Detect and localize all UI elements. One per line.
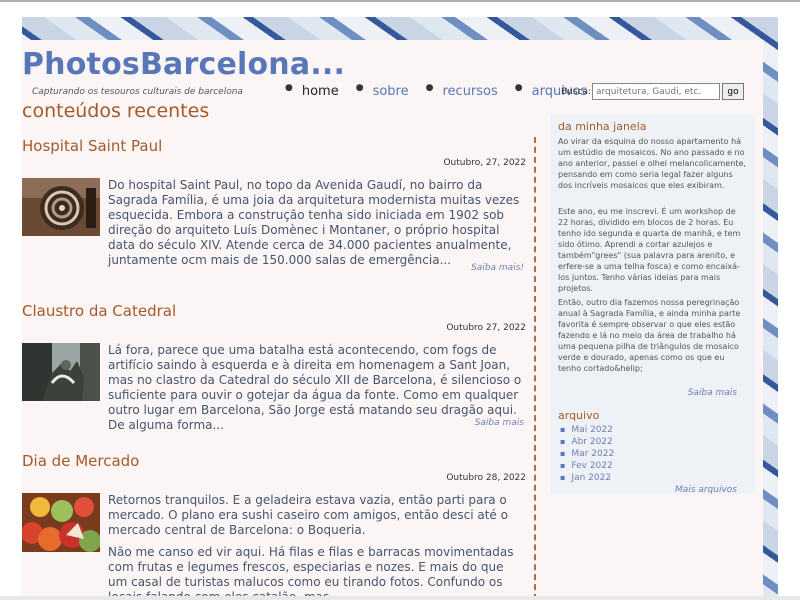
sidebar-window-title: da minha janela bbox=[558, 120, 647, 133]
site-title[interactable]: PhotosBarcelona... bbox=[22, 47, 345, 82]
sidebar-read-more-link[interactable]: Saiba mais bbox=[688, 388, 737, 398]
window-top-border bbox=[0, 0, 800, 2]
post-title[interactable]: Hospital Saint Paul bbox=[22, 137, 526, 155]
page-container: PhotosBarcelona... Capturando os tesouro… bbox=[22, 40, 763, 600]
post-hospital-saint-paul: Hospital Saint Paul Outubro, 27, 2022 Do… bbox=[22, 137, 526, 282]
archive-item[interactable]: Abr 2022 bbox=[560, 436, 614, 448]
nav-bullet-icon: ● bbox=[425, 83, 434, 93]
nav-sobre-link[interactable]: sobre bbox=[373, 84, 409, 99]
post-date: Outubro 28, 2022 bbox=[446, 473, 526, 483]
fruit-market-photo-thumbnail[interactable] bbox=[22, 493, 100, 552]
search-go-button[interactable]: go bbox=[722, 83, 744, 100]
more-archives-link[interactable]: Mais arquivos bbox=[675, 485, 737, 495]
archive-item[interactable]: Mar 2022 bbox=[560, 448, 614, 460]
window-bottom-border bbox=[0, 596, 800, 600]
archive-item[interactable]: Mai 2022 bbox=[560, 424, 614, 436]
nav-bullet-icon: ● bbox=[514, 83, 523, 93]
archive-item[interactable]: Fev 2022 bbox=[560, 460, 614, 472]
search-input[interactable] bbox=[592, 83, 720, 100]
nav-home-link[interactable]: home bbox=[302, 84, 339, 99]
sidebar-paragraph: Este ano, eu me inscrevi. É um workshop … bbox=[558, 207, 741, 293]
column-divider bbox=[534, 137, 536, 600]
post-claustro-da-catedral: Claustro da Catedral Outubro 27, 2022 Lá… bbox=[22, 302, 526, 432]
main-nav: ● home ● sobre ● recursos ● arquivos bbox=[285, 83, 604, 99]
site-tagline: Capturando os tesouros culturais de barc… bbox=[32, 87, 243, 97]
post-title[interactable]: Claustro da Catedral bbox=[22, 302, 526, 320]
sculpture-photo-thumbnail[interactable] bbox=[22, 178, 100, 236]
nav-bullet-icon: ● bbox=[355, 83, 364, 93]
section-title: conteúdos recentes bbox=[22, 100, 210, 122]
post-title[interactable]: Dia de Mercado bbox=[22, 452, 526, 470]
sidebar: da minha janela Ao virar da esquina do n… bbox=[550, 114, 755, 495]
nav-recursos-link[interactable]: recursos bbox=[442, 84, 497, 99]
post-excerpt-continued: Não me canso ed vir aqui. Há filas e fil… bbox=[108, 545, 514, 600]
fountain-photo-thumbnail[interactable] bbox=[22, 343, 100, 401]
post-excerpt: Retornos tranquilos. E a geladeira estav… bbox=[108, 493, 508, 537]
archive-list: Mai 2022 Abr 2022 Mar 2022 Fev 2022 Jan … bbox=[560, 424, 614, 484]
search-label: Busca: bbox=[561, 87, 592, 97]
post-date: Outubro 27, 2022 bbox=[446, 323, 526, 333]
post-excerpt: Do hospital Saint Paul, no topo da Aveni… bbox=[108, 178, 520, 267]
archive-title: arquivo bbox=[558, 409, 600, 422]
sidebar-paragraph: Ao virar da esquina do nosso apartamento… bbox=[558, 137, 746, 190]
sidebar-paragraph: Então, outro dia fazemos nossa peregrina… bbox=[558, 298, 741, 373]
read-more-link[interactable]: Saiba mais! bbox=[471, 263, 524, 273]
post-date: Outubro, 27, 2022 bbox=[443, 158, 526, 168]
nav-bullet-icon: ● bbox=[285, 83, 293, 93]
post-dia-de-mercado: Dia de Mercado Outubro 28, 2022 Retornos… bbox=[22, 452, 526, 600]
post-excerpt: Lá fora, parece que uma batalha está aco… bbox=[108, 343, 522, 432]
read-more-link[interactable]: Saiba mais bbox=[475, 418, 524, 428]
archive-item[interactable]: Jan 2022 bbox=[560, 472, 614, 484]
